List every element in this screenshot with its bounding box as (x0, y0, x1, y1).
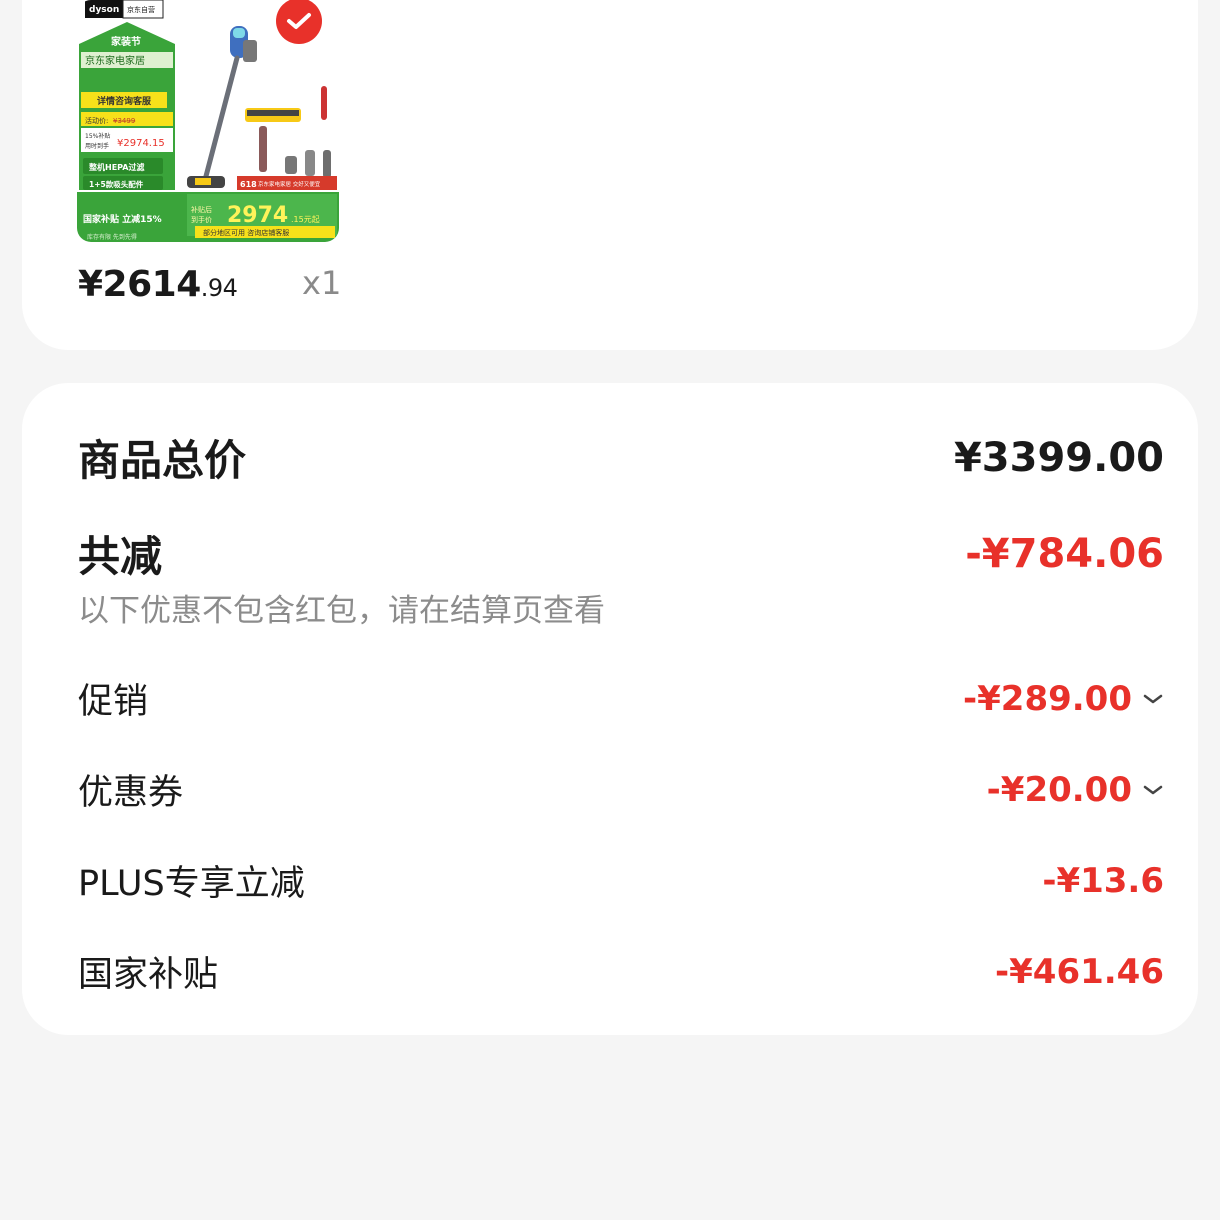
plus-row: PLUS专享立减 -¥13.6 (78, 855, 1164, 906)
chevron-down-icon[interactable] (1142, 692, 1164, 706)
coupon-row[interactable]: 优惠券 -¥20.00 (78, 764, 1164, 815)
total-value: ¥3399.00 (953, 434, 1164, 481)
promo-value: -¥289.00 (963, 679, 1164, 719)
promo-label: 促销 (78, 682, 149, 722)
image-area-note: 部分地区可用 咨询店铺客服 (203, 228, 289, 237)
image-after-label-1: 补贴后 (191, 205, 212, 214)
discount-note: 以下优惠不包含红包，请在结算页查看 (78, 593, 605, 629)
discount-value: -¥784.06 (965, 530, 1164, 577)
image-stock-note: 库存有限 先到先得 (87, 233, 137, 241)
image-channel: 京东家电家居 (85, 54, 145, 67)
chevron-down-icon[interactable] (1142, 783, 1164, 797)
plus-value: -¥13.6 (1042, 860, 1164, 901)
image-event: 家装节 (111, 35, 141, 48)
price-decimal: .94 (200, 274, 238, 302)
check-icon (287, 13, 311, 29)
coupon-amount: -¥20.00 (986, 769, 1132, 810)
subsidy-value: -¥461.46 (995, 951, 1164, 992)
image-store: 京东自营 (127, 5, 155, 14)
product-card: dyson 京东自营 家装节 京东家电家居 详情咨询客服 活动价: ¥3499 … (22, 0, 1198, 350)
image-tag-text: 京东家电家居 交好又便宜 (258, 180, 321, 188)
plus-label: PLUS专享立减 (78, 864, 305, 904)
promo-amount: -¥289.00 (963, 678, 1132, 719)
subsidy-label: 国家补贴 (78, 955, 219, 995)
image-feature-1: 整机HEPA过滤 (88, 162, 144, 172)
discount-label: 共减 (78, 532, 163, 581)
price-integer: ¥2614 (78, 264, 201, 305)
image-orig-label: 活动价: (85, 116, 108, 125)
discount-row: 共减 -¥784.06 (78, 523, 1164, 584)
image-after-price: 2974 (227, 203, 288, 228)
image-orig-price: ¥3499 (113, 117, 135, 125)
product-price: ¥2614.94 (78, 264, 238, 305)
image-subsidy-label: 国家补贴 立减15% (83, 213, 162, 225)
total-label: 商品总价 (78, 436, 247, 485)
image-brand: dyson (89, 5, 119, 15)
price-summary-card: 商品总价 ¥3399.00 共减 -¥784.06 以下优惠不包含红包，请在结算… (22, 383, 1198, 1035)
image-sub-label-2: 用时到手 (85, 142, 109, 150)
promo-row[interactable]: 促销 -¥289.00 (78, 673, 1164, 724)
image-after-label-2: 到手价 (191, 215, 212, 224)
coupon-value: -¥20.00 (987, 770, 1164, 810)
image-sub-label-1: 15%补贴 (85, 132, 110, 140)
image-consult: 详情咨询客服 (97, 95, 152, 107)
image-sub-price: ¥2974.15 (117, 138, 165, 149)
image-tag-618: 618 (240, 180, 257, 189)
vacuum-illustration (187, 26, 331, 188)
selected-checkbox[interactable] (276, 0, 322, 44)
coupon-label: 优惠券 (78, 773, 184, 813)
product-quantity: x1 (302, 264, 342, 302)
total-row: 商品总价 ¥3399.00 (78, 427, 1164, 488)
image-feature-2: 1+5款吸头配件 (89, 179, 144, 189)
subsidy-row: 国家补贴 -¥461.46 (78, 946, 1164, 997)
image-after-suffix: .15元起 (291, 215, 320, 224)
